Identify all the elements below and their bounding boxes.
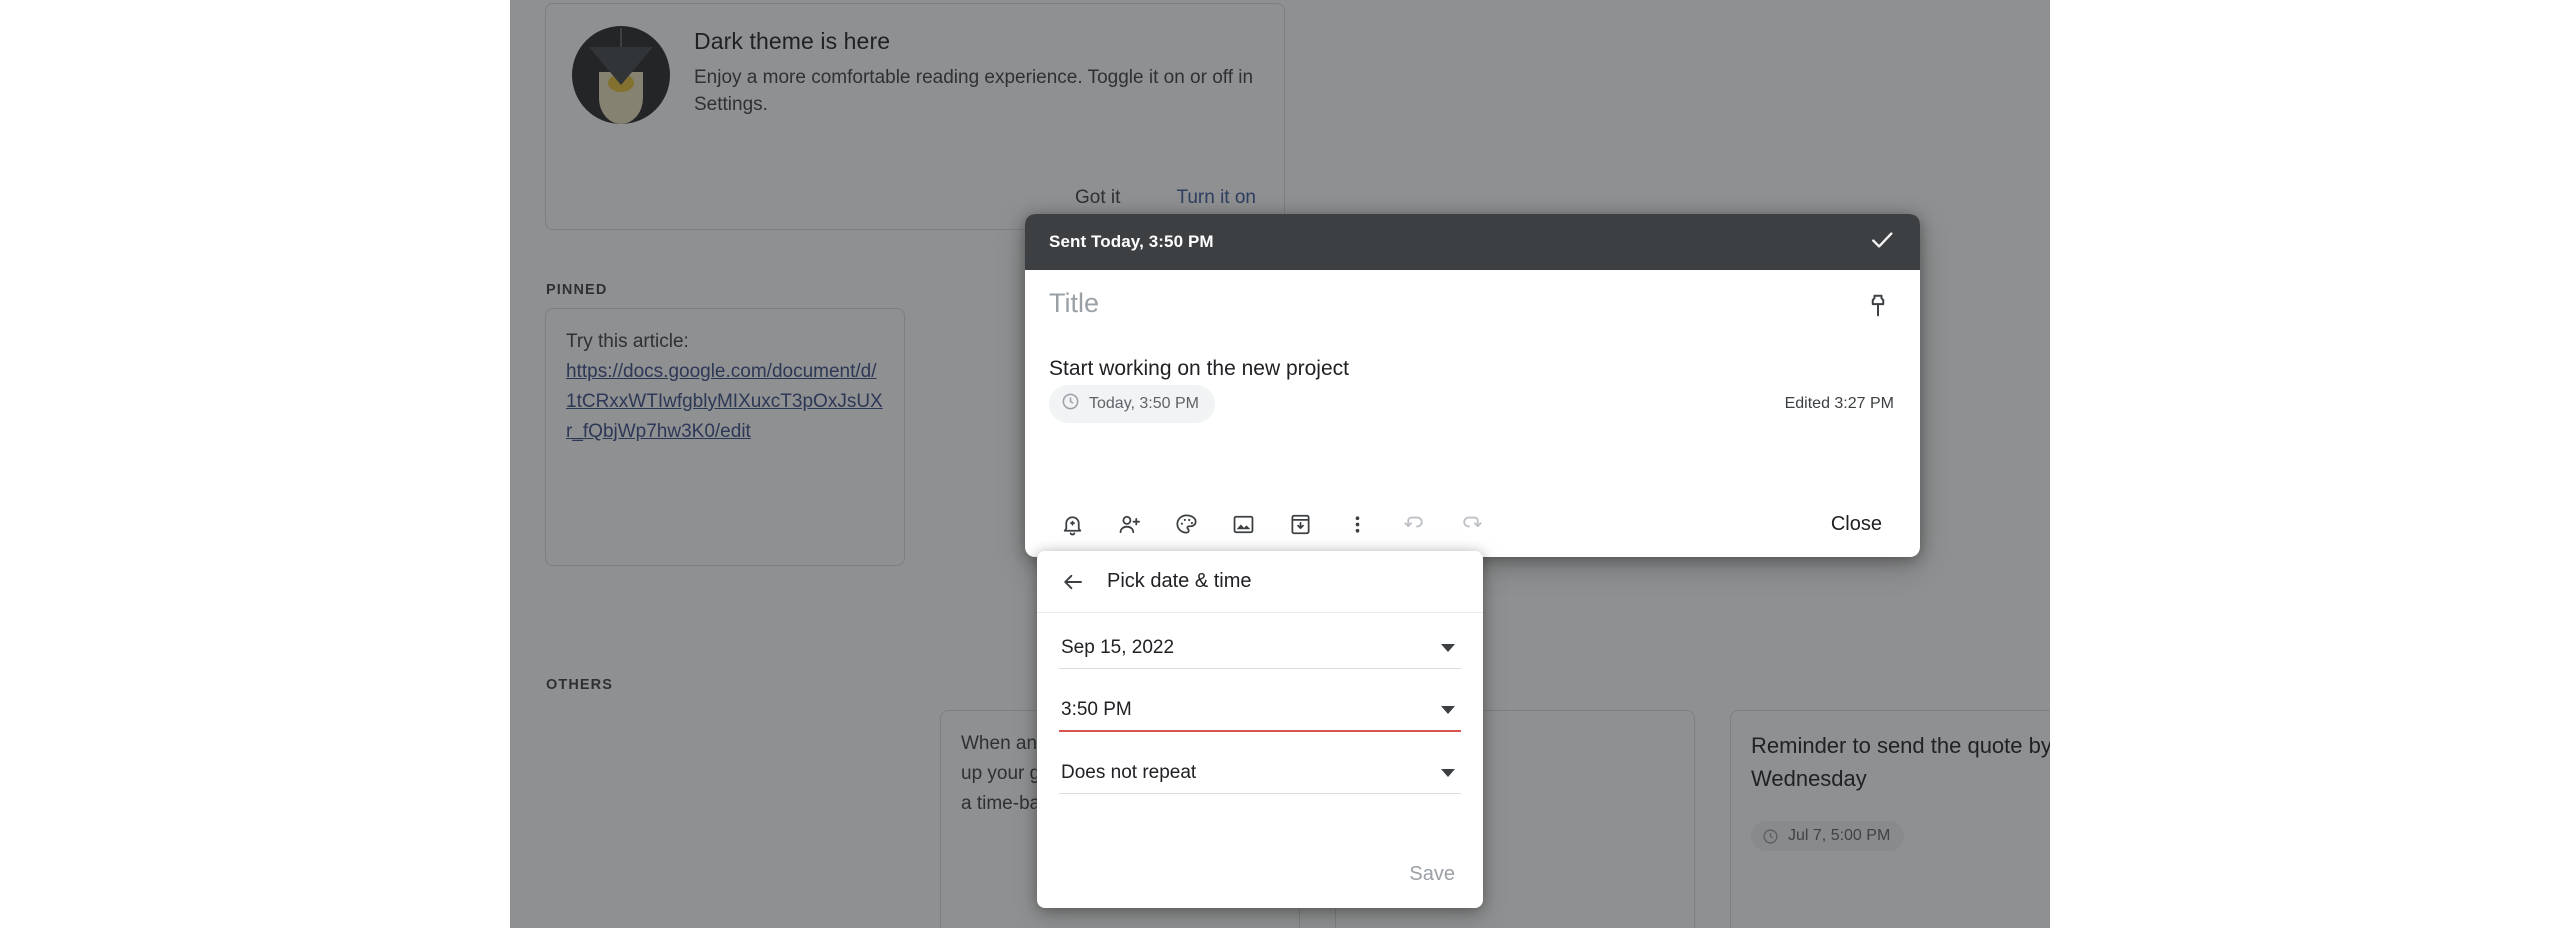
repeat-value: Does not repeat <box>1061 762 1197 783</box>
date-value: Sep 15, 2022 <box>1061 637 1175 658</box>
date-time-picker-title: Pick date & time <box>1107 570 1252 592</box>
editor-reminder-chip[interactable]: Today, 3:50 PM <box>1049 385 1215 423</box>
arrow-left-icon[interactable] <box>1059 568 1087 596</box>
date-time-picker-header: Pick date & time <box>1037 551 1483 613</box>
chevron-down-icon <box>1441 706 1455 714</box>
clock-icon <box>1061 392 1080 416</box>
sent-status-text: Sent Today, 3:50 PM <box>1049 232 1214 251</box>
pin-icon[interactable] <box>1860 288 1896 327</box>
note-body-text[interactable]: Start working on the new project <box>1049 357 1896 381</box>
note-title-input[interactable] <box>1049 288 1749 319</box>
save-button[interactable]: Save <box>1403 855 1461 894</box>
date-time-picker-panel: Pick date & time Sep 15, 2022 3:50 PM Do… <box>1037 551 1483 908</box>
archive-icon[interactable] <box>1277 501 1323 547</box>
reminder-bell-icon[interactable] <box>1049 501 1095 547</box>
person-add-icon[interactable] <box>1106 501 1152 547</box>
app-root: Dark theme is here Enjoy a more comforta… <box>0 0 2560 928</box>
sent-status-bar: Sent Today, 3:50 PM <box>1025 214 1920 270</box>
undo-icon[interactable] <box>1391 501 1437 547</box>
edited-timestamp: Edited 3:27 PM <box>1784 395 1894 412</box>
note-editor-body: Start working on the new project Today, … <box>1025 270 1920 557</box>
editor-reminder-text: Today, 3:50 PM <box>1089 395 1199 412</box>
note-editor-toolbar: Close <box>1025 491 1920 557</box>
repeat-select[interactable]: Does not repeat <box>1059 754 1461 794</box>
note-editor-dialog: Sent Today, 3:50 PM Start working on the… <box>1025 214 1920 557</box>
image-icon[interactable] <box>1220 501 1266 547</box>
close-button[interactable]: Close <box>1817 505 1896 544</box>
redo-icon[interactable] <box>1448 501 1494 547</box>
date-time-picker-fields: Sep 15, 2022 3:50 PM Does not repeat <box>1037 613 1483 794</box>
chevron-down-icon <box>1441 769 1455 777</box>
time-value: 3:50 PM <box>1061 699 1132 720</box>
palette-icon[interactable] <box>1163 501 1209 547</box>
check-icon[interactable] <box>1868 226 1896 259</box>
chevron-down-icon <box>1441 644 1455 652</box>
more-vertical-icon[interactable] <box>1334 501 1380 547</box>
time-select[interactable]: 3:50 PM <box>1059 691 1461 732</box>
date-select[interactable]: Sep 15, 2022 <box>1059 629 1461 669</box>
